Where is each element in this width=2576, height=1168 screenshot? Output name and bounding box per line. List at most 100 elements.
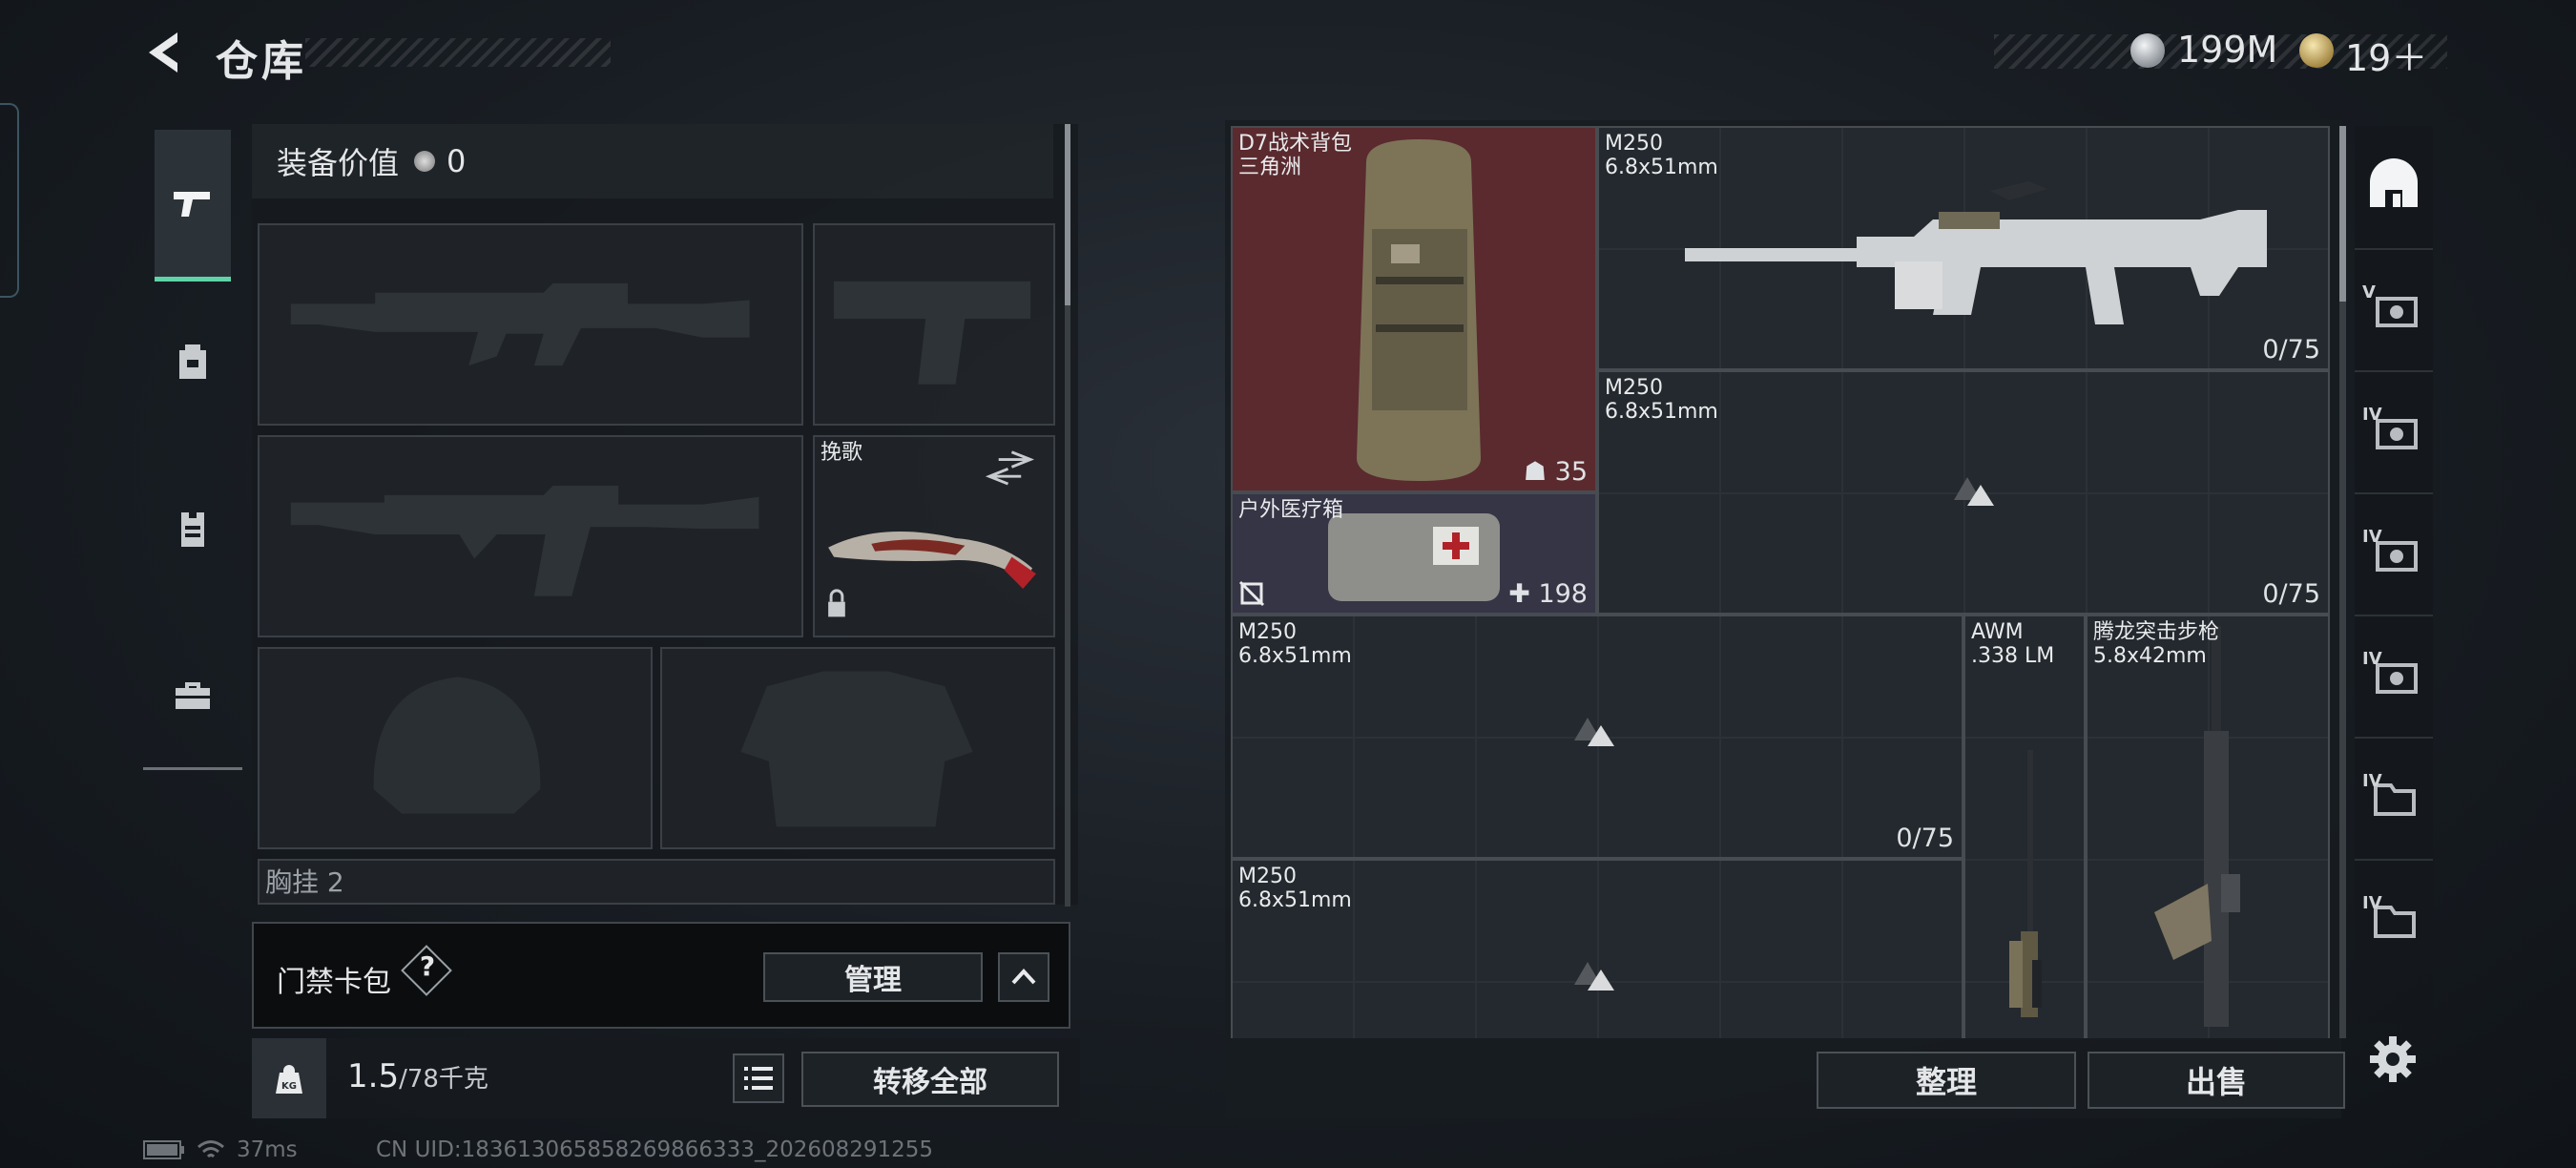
item-capacity: 0/75 bbox=[2262, 335, 2320, 365]
transfer-all-button[interactable]: 转移全部 bbox=[801, 1052, 1059, 1107]
pistol-silhouette-icon bbox=[834, 281, 1031, 385]
pistol-icon bbox=[174, 192, 210, 217]
tab-vest[interactable] bbox=[155, 456, 231, 603]
equipment-scrollbar-thumb[interactable] bbox=[1065, 124, 1070, 305]
page-title: 仓库 bbox=[216, 37, 307, 86]
item-name: M250 6.8x51mm bbox=[1238, 620, 1352, 668]
stash-level: V bbox=[2362, 282, 2376, 302]
stash-item-backpack[interactable]: D7战术背包 三角洲 ☗ 35 bbox=[1231, 126, 1597, 492]
side-drawer-handle[interactable] bbox=[0, 103, 19, 298]
list-view-button[interactable] bbox=[733, 1053, 784, 1103]
backpack-icon bbox=[179, 344, 206, 379]
item-count-value: 198 bbox=[1538, 579, 1588, 609]
item-name: 户外医疗箱 bbox=[1238, 498, 1344, 522]
tab-stash-level-4[interactable]: IV bbox=[2355, 615, 2433, 739]
weight-bar: KG 1.5/78千克 转移全部 bbox=[252, 1038, 1080, 1118]
kg-badge: KG bbox=[281, 1081, 297, 1092]
tab-stash-level-4[interactable]: IV bbox=[2355, 859, 2433, 981]
access-card-label: 门禁卡包 bbox=[277, 966, 391, 999]
title-decoration bbox=[305, 38, 611, 67]
gear-icon[interactable] bbox=[2364, 1031, 2421, 1088]
tab-stash-main[interactable] bbox=[2355, 126, 2433, 250]
rifle-silhouette-icon bbox=[290, 282, 750, 366]
sell-button[interactable]: 出售 bbox=[2088, 1052, 2345, 1109]
tab-backpack[interactable] bbox=[155, 288, 231, 435]
placeholder-triangle-icon bbox=[1574, 718, 1614, 746]
item-name: D7战术背包 三角洲 bbox=[1238, 132, 1352, 179]
stash-item-m250[interactable]: M250 6.8x51mm bbox=[1231, 859, 1963, 1038]
awm-rifle-image bbox=[2009, 750, 2042, 1017]
chest-rig-section[interactable]: 胸挂 2 bbox=[258, 859, 1055, 905]
item-name: M250 6.8x51mm bbox=[1605, 376, 1718, 424]
primary-weapon-slot[interactable] bbox=[258, 223, 803, 426]
swap-icon[interactable] bbox=[815, 437, 1053, 636]
warehouse-icon bbox=[2370, 158, 2418, 207]
gold-coin-icon bbox=[2299, 33, 2334, 68]
placeholder-triangle-icon bbox=[1574, 962, 1614, 991]
tab-stash-level-4[interactable]: IV bbox=[2355, 737, 2433, 861]
ping-value: 37ms bbox=[237, 1137, 298, 1162]
stash-item-m250[interactable]: M250 6.8x51mm 0/75 bbox=[1597, 370, 2330, 615]
stash-grid[interactable]: D7战术背包 三角洲 ☗ 35 M250 6.8x51mm 0/75 M250 … bbox=[1231, 126, 2330, 1038]
item-name: M250 6.8x51mm bbox=[1238, 865, 1352, 912]
tab-stash-level-4[interactable]: IV bbox=[2355, 370, 2433, 494]
stash-item-m250[interactable]: M250 6.8x51mm 0/75 bbox=[1231, 615, 1963, 859]
stash-item-medkit[interactable]: 户外医疗箱 ✚ 198 bbox=[1231, 492, 1597, 615]
placeholder-triangle-icon bbox=[1954, 477, 1994, 506]
silver-coin-icon bbox=[414, 151, 436, 172]
backpack-image bbox=[1357, 139, 1481, 481]
pistol-slot[interactable] bbox=[813, 223, 1055, 426]
tab-stash-level-5[interactable]: V bbox=[2355, 248, 2433, 372]
vest-icon bbox=[181, 512, 204, 547]
stash-level: IV bbox=[2362, 649, 2382, 669]
melee-slot[interactable]: 挽歌 bbox=[813, 435, 1055, 637]
weight-icon: KG bbox=[252, 1038, 326, 1118]
equipment-tabs bbox=[143, 116, 242, 769]
gold-currency-value[interactable]: 19＋ bbox=[2345, 29, 2427, 81]
secondary-weapon-slot[interactable] bbox=[258, 435, 803, 637]
armor-slot[interactable] bbox=[660, 647, 1055, 849]
item-count-value: 35 bbox=[1554, 457, 1588, 487]
medkit-image bbox=[1328, 513, 1500, 601]
collapse-button[interactable] bbox=[998, 952, 1049, 1002]
item-capacity: 0/75 bbox=[1896, 824, 1954, 853]
weight-value: 1.5/78千克 bbox=[347, 1057, 488, 1095]
list-icon bbox=[744, 1067, 773, 1090]
manage-button[interactable]: 管理 bbox=[763, 952, 983, 1002]
armor-silhouette-icon bbox=[740, 671, 973, 827]
help-mark: ? bbox=[419, 950, 436, 982]
toolbox-icon bbox=[176, 682, 210, 709]
equipment-value-header: 装备价值 0 bbox=[252, 124, 1053, 198]
chevron-up-icon bbox=[1011, 969, 1036, 985]
stash-item-awm[interactable]: AWM .338 LM bbox=[1963, 615, 2086, 1038]
tab-stash-level-4[interactable]: IV bbox=[2355, 492, 2433, 616]
item-count: ✚ 198 bbox=[1508, 579, 1588, 609]
item-name: 腾龙突击步枪 5.8x42mm bbox=[2093, 620, 2220, 668]
helmet-slot[interactable] bbox=[258, 647, 653, 849]
sort-button[interactable]: 整理 bbox=[1817, 1052, 2076, 1109]
silver-coin-icon bbox=[2130, 33, 2165, 68]
rifle-silhouette-icon bbox=[290, 486, 759, 596]
stash-level: IV bbox=[2362, 771, 2382, 791]
item-capacity: 0/75 bbox=[2262, 579, 2320, 609]
weight-current: 1.5 bbox=[347, 1057, 400, 1095]
status-bar: 37ms bbox=[143, 1137, 298, 1162]
wifi-icon bbox=[197, 1140, 224, 1158]
stash-item-tenglong-rifle[interactable]: 腾龙突击步枪 5.8x42mm bbox=[2086, 615, 2330, 1038]
stash-scrollbar-thumb[interactable] bbox=[2339, 126, 2346, 302]
kettlebell-icon: KG bbox=[276, 1065, 302, 1094]
access-card-bar: 门禁卡包 ? 管理 bbox=[252, 922, 1070, 1029]
helmet-silhouette-icon bbox=[373, 677, 541, 814]
weight-capacity: /78千克 bbox=[399, 1065, 488, 1094]
equipment-value: 0 bbox=[447, 143, 467, 179]
stash-level: IV bbox=[2362, 527, 2382, 547]
tab-divider bbox=[143, 767, 242, 770]
user-uid: CN UID:18361306585826986​6333_2026082912… bbox=[376, 1137, 934, 1162]
stash-item-m250[interactable]: M250 6.8x51mm 0/75 bbox=[1597, 126, 2330, 370]
tab-tools[interactable] bbox=[155, 622, 231, 769]
silver-currency-value: 199M bbox=[2177, 29, 2278, 71]
tab-weapons[interactable] bbox=[155, 130, 231, 282]
equipment-panel: 装备价值 0 挽歌 胸挂 2 bbox=[252, 124, 1078, 905]
stash-level: IV bbox=[2362, 405, 2382, 425]
back-arrow-icon[interactable] bbox=[141, 29, 189, 76]
